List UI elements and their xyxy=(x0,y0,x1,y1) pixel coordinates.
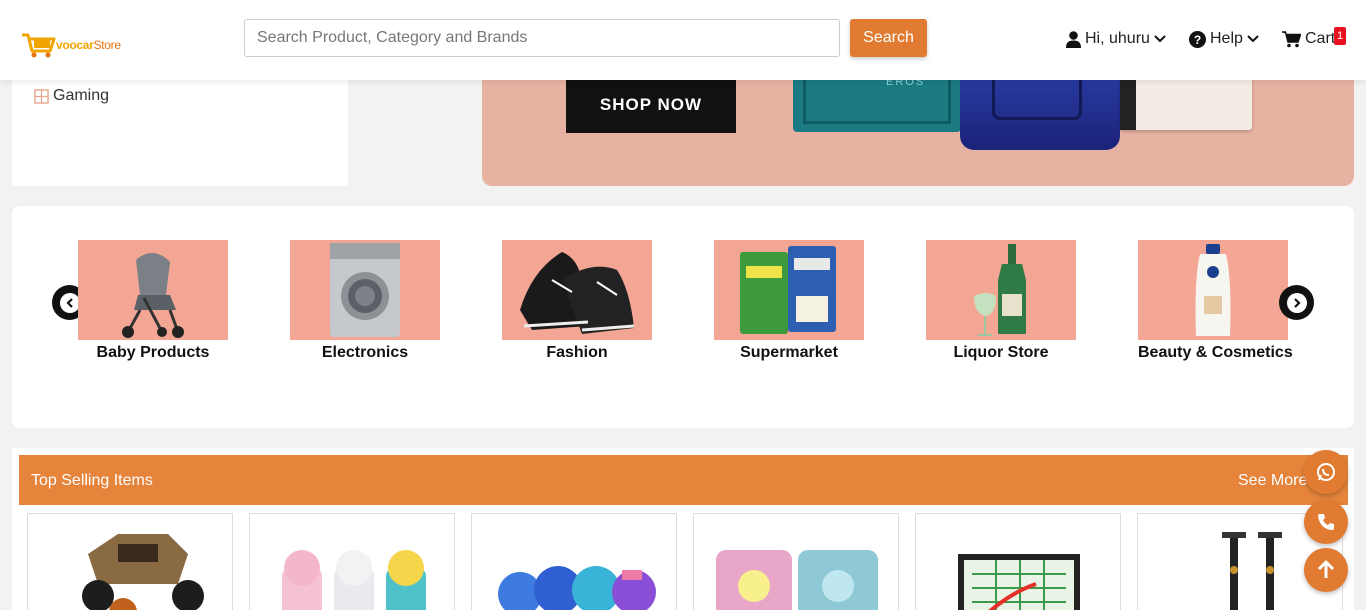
character-bottles-image xyxy=(498,566,656,610)
chevron-left-icon xyxy=(65,297,73,308)
search-input[interactable] xyxy=(244,19,840,57)
whatsapp-button[interactable] xyxy=(1304,450,1348,494)
section-header-bar: Top Selling Items See More xyxy=(19,455,1348,505)
cart-label: Cart xyxy=(1305,30,1336,47)
shopping-cart-icon xyxy=(1282,30,1301,47)
phone-icon xyxy=(1318,514,1334,530)
question-circle-icon: ? xyxy=(1189,30,1206,48)
category-label: Fashion xyxy=(546,344,608,361)
washing-machine-image xyxy=(290,240,440,340)
carousel-next-button[interactable] xyxy=(1279,285,1314,320)
call-button[interactable] xyxy=(1304,500,1348,544)
category-supermarket[interactable]: Supermarket xyxy=(714,240,864,362)
snakes-ladders-image xyxy=(958,554,1080,610)
stroller-image xyxy=(78,240,228,340)
category-label: Liquor Store xyxy=(953,344,1049,361)
category-beauty-cosmetics[interactable]: Beauty & Cosmetics xyxy=(1138,240,1293,362)
cart-logo-icon xyxy=(22,33,56,58)
category-electronics[interactable]: Electronics xyxy=(290,240,440,362)
cart-link[interactable]: Cart xyxy=(1282,29,1339,49)
chevron-down-icon xyxy=(1247,35,1259,43)
site-logo[interactable]: voocarStore xyxy=(20,30,121,60)
category-fashion[interactable]: Fashion xyxy=(502,240,652,362)
section-title: Top Selling Items xyxy=(31,472,153,489)
whatsapp-icon xyxy=(1317,463,1335,481)
category-label: Electronics xyxy=(321,344,409,361)
product-card[interactable] xyxy=(693,513,899,610)
user-greeting: Hi, uhuru xyxy=(1085,30,1150,47)
scroll-to-top-button[interactable] xyxy=(1304,548,1348,592)
category-carousel: Baby Products Electronics Fashion Superm… xyxy=(12,206,1354,428)
search-button[interactable]: Search xyxy=(850,19,927,57)
rc-car-image xyxy=(82,534,204,610)
grocery-bags-image xyxy=(714,240,864,340)
help-menu[interactable]: ? Help xyxy=(1189,29,1259,49)
category-label: Beauty & Cosmetics xyxy=(1138,344,1293,361)
gin-bottle-image xyxy=(926,240,1076,340)
toy-set-image xyxy=(716,550,878,610)
sidebar-item-label: Gaming xyxy=(53,87,110,104)
top-selling-section: Top Selling Items See More xyxy=(12,448,1354,610)
gamepad-icon xyxy=(34,88,49,104)
category-label: Supermarket xyxy=(740,344,838,361)
site-header: voocarStore Search Hi, uhuru ? Help Cart… xyxy=(0,0,1366,80)
svg-text:?: ? xyxy=(1194,33,1201,47)
sneakers-image xyxy=(502,240,652,340)
help-label: Help xyxy=(1210,30,1243,47)
chevron-down-icon xyxy=(1154,35,1166,43)
product-card[interactable] xyxy=(249,513,455,610)
product-card[interactable] xyxy=(471,513,677,610)
user-icon xyxy=(1066,30,1081,48)
kids-bottles-image xyxy=(282,550,426,610)
chevron-right-icon xyxy=(1293,297,1301,308)
sidebar-item-gaming[interactable]: Gaming xyxy=(34,87,109,105)
category-liquor-store[interactable]: Liquor Store xyxy=(926,240,1076,362)
logo-text: voocar xyxy=(56,38,94,52)
arrow-up-icon xyxy=(1317,560,1335,578)
category-label: Baby Products xyxy=(96,344,210,361)
category-baby-products[interactable]: Baby Products xyxy=(78,240,228,362)
cart-count-badge: 1 xyxy=(1334,27,1346,45)
user-menu[interactable]: Hi, uhuru xyxy=(1066,29,1166,49)
product-card[interactable] xyxy=(915,513,1121,610)
product-card[interactable] xyxy=(27,513,233,610)
lotion-bottle-image xyxy=(1138,240,1288,340)
logo-store-text: Store xyxy=(93,38,121,52)
see-more-link[interactable]: See More xyxy=(1238,472,1307,490)
shop-now-button[interactable]: SHOP NOW xyxy=(566,76,736,133)
